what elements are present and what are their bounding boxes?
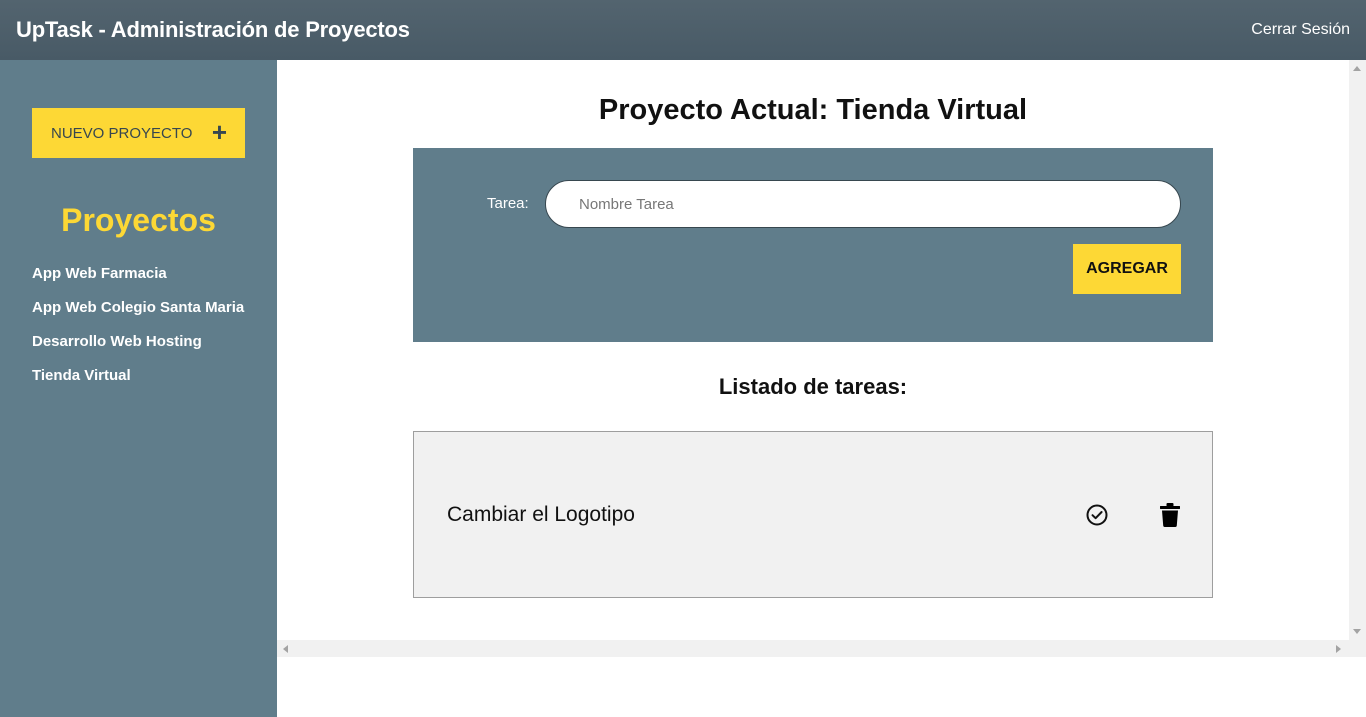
current-project-label: Proyecto Actual: (598, 94, 829, 126)
project-link-app-web-farmacia[interactable]: App Web Farmacia (32, 265, 167, 282)
project-item: Tienda Virtual (32, 367, 244, 401)
project-link-app-web-colegio-santa-maria[interactable]: App Web Colegio Santa Maria (32, 299, 244, 316)
project-item: Desarrollo Web Hosting (32, 333, 244, 367)
current-project-heading: Proyecto Actual: Tienda Virtual (277, 94, 1349, 127)
app-title: UpTask - Administración de Proyectos (16, 17, 410, 42)
add-task-form: Tarea: AGREGAR (413, 148, 1213, 342)
main-content: Proyecto Actual: Tienda Virtual Tarea: A… (277, 60, 1366, 717)
trash-icon[interactable] (1160, 503, 1180, 527)
task-name: Cambiar el Logotipo (447, 503, 635, 526)
scroll-up-icon[interactable] (1353, 66, 1361, 71)
current-project-name: Tienda Virtual (836, 94, 1028, 126)
vertical-scrollbar[interactable] (1349, 60, 1366, 640)
top-bar: UpTask - Administración de Proyectos Cer… (0, 0, 1366, 60)
project-link-desarrollo-web-hosting[interactable]: Desarrollo Web Hosting (32, 333, 202, 350)
task-item: Cambiar el Logotipo (413, 431, 1213, 598)
horizontal-scrollbar[interactable] (277, 640, 1366, 657)
logout-link[interactable]: Cerrar Sesión (1251, 21, 1350, 39)
add-task-button[interactable]: AGREGAR (1073, 244, 1181, 294)
task-name-input[interactable] (545, 180, 1181, 228)
sidebar: NUEVO PROYECTO + Proyectos App Web Farma… (0, 60, 277, 717)
check-circle-icon[interactable] (1086, 504, 1108, 526)
scroll-left-icon[interactable] (283, 645, 288, 653)
task-label: Tarea: (487, 195, 529, 212)
task-list-title: Listado de tareas: (718, 374, 908, 399)
new-project-button[interactable]: NUEVO PROYECTO + (32, 108, 245, 158)
project-item: App Web Colegio Santa Maria (32, 299, 244, 333)
main-scroll-area: Proyecto Actual: Tienda Virtual Tarea: A… (277, 60, 1349, 640)
project-link-tienda-virtual[interactable]: Tienda Virtual (32, 367, 131, 384)
projects-title: Proyectos (61, 202, 216, 238)
new-project-label: NUEVO PROYECTO (51, 124, 193, 142)
scroll-right-icon[interactable] (1336, 645, 1341, 653)
project-item: App Web Farmacia (32, 265, 244, 299)
scroll-down-icon[interactable] (1353, 629, 1361, 634)
plus-icon: + (211, 117, 227, 147)
project-list: App Web Farmacia App Web Colegio Santa M… (32, 265, 244, 401)
